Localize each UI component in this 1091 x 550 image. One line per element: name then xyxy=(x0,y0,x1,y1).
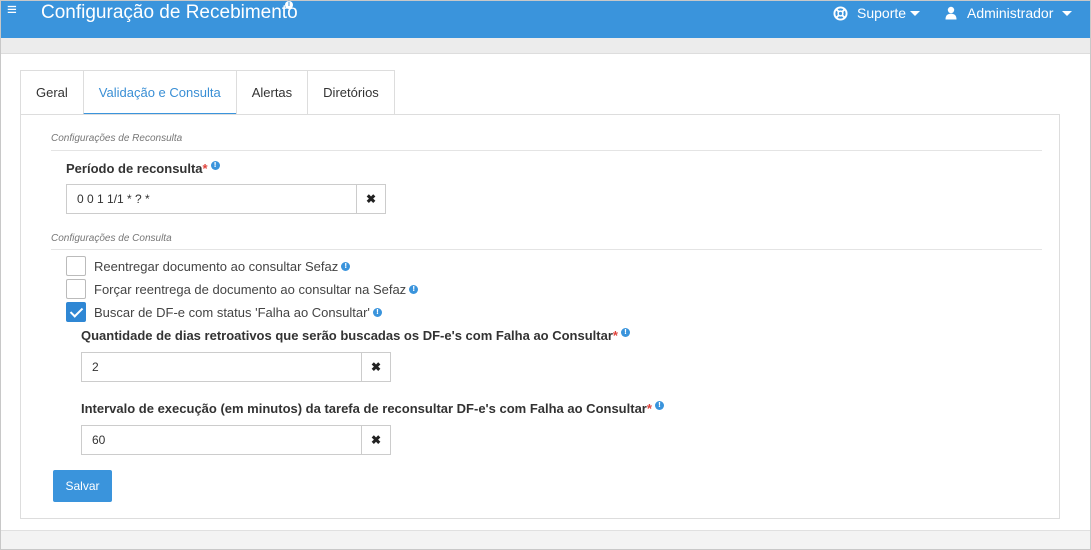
info-icon[interactable]: ! xyxy=(372,307,382,317)
title-info-icon[interactable]: i xyxy=(285,1,293,9)
period-label: Período de reconsulta*! xyxy=(66,161,220,176)
required-asterisk: * xyxy=(612,328,618,343)
info-icon[interactable]: ! xyxy=(620,328,630,337)
checkbox-label: Reentregar documento ao consultar Sefaz xyxy=(94,258,339,274)
section-divider xyxy=(51,249,1042,250)
top-navbar: ≡ Configuração de Recebimento i Suporte … xyxy=(1,1,1090,38)
checkbox-label: Buscar de DF-e com status 'Falha ao Cons… xyxy=(94,304,370,320)
info-icon[interactable]: ! xyxy=(409,284,419,294)
lifebuoy-icon xyxy=(833,5,848,21)
clear-period-button[interactable]: ✖ xyxy=(356,184,386,214)
consulta-section-legend: Configurações de Consulta xyxy=(51,233,172,244)
tab-alertas[interactable]: Alertas xyxy=(235,70,309,115)
required-asterisk: * xyxy=(646,401,652,416)
page-title: Configuração de Recebimento xyxy=(41,2,298,23)
admin-label: Administrador xyxy=(967,5,1054,21)
admin-user-menu[interactable]: Administrador xyxy=(945,5,1073,21)
user-icon xyxy=(945,6,957,20)
checkbox-reentregar[interactable]: Reentregar documento ao consultar Sefaz … xyxy=(66,256,351,276)
days-label-text: Quantidade de dias retroativos que serão… xyxy=(81,328,613,343)
tab-validacao-consulta[interactable]: Validação e Consulta xyxy=(82,70,237,115)
checkbox-box[interactable] xyxy=(66,256,86,276)
days-label: Quantidade de dias retroativos que serão… xyxy=(81,328,630,343)
checkbox-label: Forçar reentrega de documento ao consult… xyxy=(94,281,407,297)
footer-strip xyxy=(1,530,1090,549)
clear-days-button[interactable]: ✖ xyxy=(361,352,391,382)
header-divider-strip xyxy=(1,38,1090,54)
checkbox-forcar-reentrega[interactable]: Forçar reentrega de documento ao consult… xyxy=(66,279,419,299)
required-asterisk: * xyxy=(202,161,208,176)
tab-geral[interactable]: Geral xyxy=(20,70,84,115)
info-icon[interactable]: ! xyxy=(210,161,220,170)
chevron-down-icon xyxy=(1062,10,1073,16)
interval-label: Intervalo de execução (em minutos) da ta… xyxy=(81,401,664,416)
period-input[interactable] xyxy=(66,184,358,214)
clear-interval-button[interactable]: ✖ xyxy=(361,425,391,455)
info-icon[interactable]: ! xyxy=(654,401,664,410)
support-label: Suporte xyxy=(857,5,907,21)
settings-tabs: Geral Validação e Consulta Alertas Diret… xyxy=(20,70,395,115)
save-button[interactable]: Salvar xyxy=(53,470,112,502)
reconsulta-section-legend: Configurações de Reconsulta xyxy=(51,133,183,144)
interval-label-text: Intervalo de execução (em minutos) da ta… xyxy=(81,401,647,416)
checkbox-box[interactable] xyxy=(66,279,86,299)
tab-diretorios[interactable]: Diretórios xyxy=(307,70,395,115)
hamburger-menu-icon[interactable]: ≡ xyxy=(7,1,21,18)
support-menu[interactable]: Suporte xyxy=(833,5,921,21)
interval-input[interactable] xyxy=(81,425,363,455)
days-input[interactable] xyxy=(81,352,363,382)
info-icon[interactable]: ! xyxy=(341,261,351,271)
checkbox-buscar-falha[interactable]: Buscar de DF-e com status 'Falha ao Cons… xyxy=(66,302,382,322)
section-divider xyxy=(51,150,1042,151)
period-label-text: Período de reconsulta xyxy=(66,161,203,176)
chevron-down-icon xyxy=(910,10,921,16)
checkbox-box-checked[interactable] xyxy=(66,302,86,322)
